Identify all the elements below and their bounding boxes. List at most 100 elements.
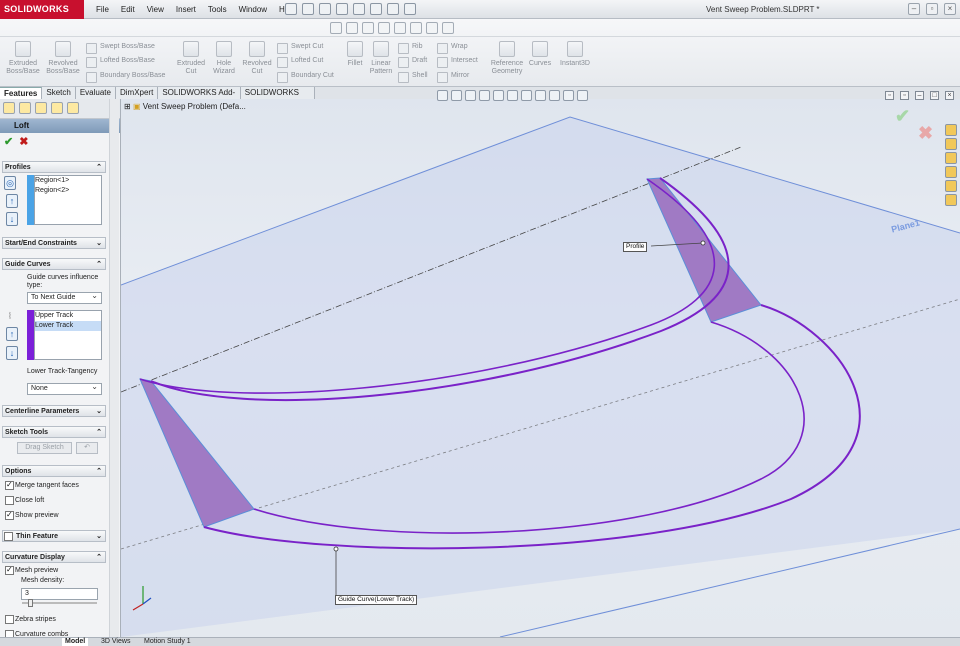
new-icon[interactable] bbox=[285, 3, 297, 15]
dimxpert-manager-icon[interactable] bbox=[51, 102, 63, 114]
mirror-button[interactable]: Mirror bbox=[437, 71, 469, 83]
close-icon[interactable]: × bbox=[944, 3, 956, 15]
fillet-button[interactable]: Fillet bbox=[344, 41, 366, 68]
zoom-fit-icon[interactable] bbox=[330, 22, 342, 34]
guide-curves-list[interactable]: Upper Track Lower Track bbox=[34, 310, 102, 360]
display-style-icon[interactable] bbox=[521, 90, 532, 101]
feature-manager-icon[interactable] bbox=[3, 102, 15, 114]
collapse-icon[interactable]: ⌃ bbox=[96, 552, 102, 563]
tab-motion-study[interactable]: Motion Study 1 bbox=[141, 638, 194, 646]
menu-window[interactable]: Window bbox=[233, 5, 273, 14]
zoom-to-fit-icon[interactable] bbox=[437, 90, 448, 101]
shell-button[interactable]: Shell bbox=[398, 71, 428, 83]
options-header[interactable]: Options ⌃ bbox=[2, 465, 106, 477]
close-loft-checkbox[interactable]: Close loft bbox=[5, 496, 44, 505]
linear-pattern-button[interactable]: Linear Pattern bbox=[366, 41, 396, 76]
resources-icon[interactable] bbox=[945, 138, 957, 150]
tab-evaluate[interactable]: Evaluate bbox=[75, 87, 116, 99]
open-icon[interactable] bbox=[302, 3, 314, 15]
influence-dropdown[interactable]: To Next Guide bbox=[27, 291, 102, 304]
swept-boss-button[interactable]: Swept Boss/Base bbox=[86, 42, 155, 54]
collapse-icon[interactable]: ⌃ bbox=[96, 162, 102, 173]
menu-insert[interactable]: Insert bbox=[170, 5, 202, 14]
sketch-tools-header[interactable]: Sketch Tools ⌃ bbox=[2, 426, 106, 438]
merge-tangent-checkbox[interactable]: Merge tangent faces bbox=[5, 480, 79, 490]
edit-appearance-icon[interactable] bbox=[549, 90, 560, 101]
show-preview-checkbox[interactable]: Show preview bbox=[5, 510, 59, 520]
profile-callout[interactable]: Profile bbox=[623, 242, 648, 252]
tile-icon[interactable]: ▫ bbox=[885, 91, 894, 100]
intersect-button[interactable]: Intersect bbox=[437, 56, 478, 68]
profile-select-icon[interactable]: ◎ bbox=[4, 176, 16, 190]
options-icon[interactable] bbox=[404, 3, 416, 15]
expand-icon[interactable]: ⌄ bbox=[96, 238, 102, 249]
move-up-icon[interactable]: ↑ bbox=[6, 327, 18, 341]
extruded-boss-button[interactable]: Extruded Boss/Base bbox=[6, 41, 40, 76]
undo-drag-icon[interactable]: ↶ bbox=[76, 442, 98, 454]
cancel-icon[interactable]: ✖ bbox=[19, 135, 28, 148]
tab-mbd[interactable]: SOLIDWORKS MBD bbox=[240, 87, 315, 109]
curves-button[interactable]: Curves bbox=[528, 41, 552, 68]
home-icon[interactable] bbox=[945, 124, 957, 136]
drag-sketch-button[interactable]: Drag Sketch bbox=[17, 442, 72, 454]
graphics-area[interactable]: ⊞ ▣ Vent Sweep Problem (Defa... ✔ ✖ Plan… bbox=[121, 99, 960, 637]
guide-curve-callout[interactable]: Guide Curve(Lower Track) bbox=[335, 595, 418, 605]
start-end-constraints-header[interactable]: Start/End Constraints ⌄ bbox=[2, 237, 106, 249]
property-manager-icon[interactable] bbox=[19, 102, 31, 114]
minimize-viewport-icon[interactable]: – bbox=[915, 91, 924, 100]
instant3d-button[interactable]: Instant3D bbox=[558, 41, 592, 68]
hide-show-items-icon[interactable] bbox=[535, 90, 546, 101]
previous-view-icon[interactable] bbox=[465, 90, 476, 101]
scene-icon[interactable] bbox=[442, 22, 454, 34]
file-explorer-icon[interactable] bbox=[945, 166, 957, 178]
feature-tree-flyout[interactable]: ⊞ ▣ Vent Sweep Problem (Defa... bbox=[124, 102, 246, 111]
mesh-density-slider[interactable] bbox=[22, 602, 97, 604]
list-item[interactable]: Region<1> bbox=[35, 176, 101, 186]
revolved-cut-button[interactable]: Revolved Cut bbox=[240, 41, 274, 76]
tab-addins[interactable]: SOLIDWORKS Add-Ins bbox=[158, 87, 241, 109]
move-up-icon[interactable]: ↑ bbox=[6, 194, 18, 208]
view-palette-icon[interactable] bbox=[945, 180, 957, 192]
minimize-icon[interactable]: – bbox=[908, 3, 920, 15]
ok-icon[interactable]: ✔ bbox=[4, 135, 13, 148]
revolved-boss-button[interactable]: Revolved Boss/Base bbox=[44, 41, 82, 76]
tab-features[interactable]: Features bbox=[0, 87, 43, 99]
menu-file[interactable]: File bbox=[90, 5, 115, 14]
tab-model[interactable]: Model bbox=[62, 638, 89, 646]
section-view-icon[interactable] bbox=[362, 22, 374, 34]
tab-3d-views[interactable]: 3D Views bbox=[98, 638, 133, 646]
expand-icon[interactable]: ⊞ bbox=[124, 102, 133, 111]
appearances-icon[interactable] bbox=[945, 194, 957, 206]
curvature-display-header[interactable]: Curvature Display ⌃ bbox=[2, 551, 106, 563]
design-library-icon[interactable] bbox=[945, 152, 957, 164]
profiles-list[interactable]: Region<1> Region<2> bbox=[34, 175, 102, 225]
collapse-icon[interactable]: ⌃ bbox=[96, 466, 102, 477]
apply-scene-icon[interactable] bbox=[563, 90, 574, 101]
list-item[interactable]: Lower Track bbox=[35, 321, 101, 331]
wrap-button[interactable]: Wrap bbox=[437, 42, 468, 54]
select-icon[interactable] bbox=[370, 3, 382, 15]
move-down-icon[interactable]: ↓ bbox=[6, 212, 18, 226]
list-item[interactable]: Region<2> bbox=[35, 186, 101, 196]
profiles-header[interactable]: Profiles ⌃ bbox=[2, 161, 106, 173]
expand-icon[interactable]: ⌄ bbox=[96, 406, 102, 417]
mesh-preview-checkbox[interactable]: Mesh preview bbox=[5, 565, 58, 575]
maximize-icon[interactable]: ▫ bbox=[926, 3, 938, 15]
save-icon[interactable] bbox=[319, 3, 331, 15]
appearance-icon[interactable] bbox=[426, 22, 438, 34]
configuration-manager-icon[interactable] bbox=[35, 102, 47, 114]
centerline-header[interactable]: Centerline Parameters ⌄ bbox=[2, 405, 106, 417]
menu-view[interactable]: View bbox=[141, 5, 170, 14]
tab-dimxpert[interactable]: DimXpert bbox=[115, 87, 159, 99]
guide-curves-header[interactable]: Guide Curves ⌃ bbox=[2, 258, 106, 270]
thin-feature-header[interactable]: Thin Feature ⌄ bbox=[2, 530, 106, 542]
close-viewport-icon[interactable]: × bbox=[945, 91, 954, 100]
restore-icon[interactable]: ▫ bbox=[900, 91, 909, 100]
hole-wizard-button[interactable]: Hole Wizard bbox=[208, 41, 240, 76]
view-orientation-icon[interactable] bbox=[507, 90, 518, 101]
cancel-corner-icon[interactable]: ✖ bbox=[918, 123, 933, 144]
ok-corner-icon[interactable]: ✔ bbox=[895, 106, 910, 127]
section-view-icon[interactable] bbox=[479, 90, 490, 101]
swept-cut-button[interactable]: Swept Cut bbox=[277, 42, 323, 54]
menu-tools[interactable]: Tools bbox=[202, 5, 233, 14]
